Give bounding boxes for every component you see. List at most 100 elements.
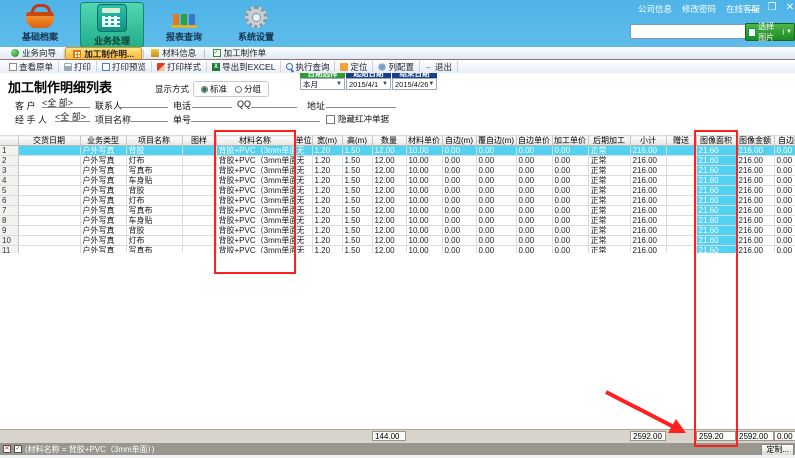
cell[interactable]: 0.00 [552,146,588,156]
cell[interactable]: 3 [0,166,18,176]
cell[interactable] [18,216,80,226]
cell[interactable]: 灯布 [126,236,182,246]
cell[interactable]: 1.50 [342,186,372,196]
cell[interactable]: 0.00 [774,226,795,236]
restore-button[interactable]: ❐ [766,2,778,17]
cell[interactable] [18,166,80,176]
cell[interactable]: 背胶 [126,146,182,156]
qq-field[interactable] [251,96,297,108]
cell[interactable] [182,186,216,196]
cell[interactable]: 背胶+PVC（3mm单面） [216,216,294,226]
cell[interactable]: 0.00 [774,166,795,176]
cell[interactable]: 0.00 [774,236,795,246]
cell[interactable]: 0.00 [442,246,476,254]
cell[interactable]: 0.00 [552,246,588,254]
toolbar-button-4[interactable]: 导出到EXCEL [207,61,281,72]
cell[interactable]: 0.00 [442,216,476,226]
cell[interactable]: 0.00 [442,166,476,176]
handler-field[interactable]: <全 部> [55,110,90,122]
cell[interactable]: 0.00 [552,166,588,176]
table-row[interactable]: 11户外写真写真布背胶+PVC（3mm单面）无1.201.5012.0010.0… [0,246,795,254]
cell[interactable]: 户外写真 [80,156,126,166]
cell[interactable] [18,176,80,186]
cell[interactable]: 21.60 [696,226,736,236]
cell[interactable]: 216.00 [630,186,666,196]
cell[interactable]: 0.00 [476,196,516,206]
cell[interactable] [666,156,696,166]
table-row[interactable]: 5户外写真背胶背胶+PVC（3mm单面）无1.201.5012.0010.000… [0,186,795,196]
cell[interactable]: 0.00 [442,156,476,166]
table-row[interactable]: 6户外写真灯布背胶+PVC（3mm单面）无1.201.5012.0010.000… [0,196,795,206]
cell[interactable]: 21.60 [696,236,736,246]
cell[interactable] [666,146,696,156]
chevron-down-icon[interactable]: ▼ [783,29,792,35]
cell[interactable]: 0.00 [516,226,552,236]
apply-filter-icon[interactable]: ✓ [14,445,22,453]
cell[interactable]: 216.00 [630,246,666,254]
cell[interactable]: 0.00 [774,186,795,196]
cell[interactable]: 21.60 [696,216,736,226]
toolbar-button-7[interactable]: 列配置 [373,61,420,72]
cell[interactable]: 5 [0,186,18,196]
cell[interactable]: 216.00 [736,246,774,254]
cell[interactable] [182,166,216,176]
cell[interactable]: 无 [294,196,312,206]
cell[interactable]: 1.20 [312,246,342,254]
cell[interactable]: 0.00 [774,146,795,156]
table-row[interactable]: 10户外写真灯布背胶+PVC（3mm单面）无1.201.5012.0010.00… [0,236,795,246]
cell[interactable] [666,226,696,236]
cell[interactable]: 正常 [588,146,630,156]
column-header-5[interactable]: 材料名称 [216,136,294,146]
tab-0[interactable]: 业务向导 [4,48,63,59]
toolbar-button-1[interactable]: 打印 [59,61,97,72]
cell[interactable]: 1 [0,146,18,156]
cell[interactable]: 10.00 [406,166,442,176]
cell[interactable] [666,186,696,196]
cell[interactable]: 0.00 [476,236,516,246]
cell[interactable]: 正常 [588,156,630,166]
cell[interactable]: 12.00 [372,246,406,254]
cell[interactable]: 0.00 [442,206,476,216]
cell[interactable]: 0.00 [442,186,476,196]
cell[interactable]: 0.00 [476,246,516,254]
cell[interactable]: 灯布 [126,156,182,166]
cell[interactable]: 0.00 [516,156,552,166]
cell[interactable]: 1.20 [312,166,342,176]
cell[interactable] [182,156,216,166]
cell[interactable]: 无 [294,146,312,156]
column-header-13[interactable]: 自边单价 [516,136,552,146]
cell[interactable] [18,186,80,196]
cell[interactable] [18,206,80,216]
cell[interactable]: 12.00 [372,226,406,236]
cell[interactable]: 1.50 [342,206,372,216]
table-row[interactable]: 8户外写真车身贴背胶+PVC（3mm单面）无1.201.5012.0010.00… [0,216,795,226]
main-nav-item-2[interactable]: 报表查询 [152,2,216,48]
toolbar-button-3[interactable]: 打印样式 [152,61,207,72]
cell[interactable]: 户外写真 [80,246,126,254]
cell[interactable]: 户外写真 [80,216,126,226]
cell[interactable]: 0.00 [552,176,588,186]
change-password-link[interactable]: 修改密码 [682,3,716,15]
cell[interactable]: 背胶+PVC（3mm单面） [216,176,294,186]
cell[interactable]: 户外写真 [80,166,126,176]
cell[interactable]: 0.00 [774,176,795,186]
column-header-11[interactable]: 自边(m) [442,136,476,146]
column-header-4[interactable]: 图样 [182,136,216,146]
cell[interactable] [666,196,696,206]
cell[interactable]: 1.20 [312,156,342,166]
cell[interactable]: 21.60 [696,186,736,196]
cell[interactable] [18,146,80,156]
cell[interactable]: 216.00 [736,186,774,196]
cell[interactable] [18,226,80,236]
table-row[interactable]: 1户外写真背胶背胶+PVC（3mm单面）无1.201.5012.0010.000… [0,146,795,156]
cell[interactable]: 写真布 [126,166,182,176]
cell[interactable]: 12.00 [372,206,406,216]
column-header-16[interactable]: 小计 [630,136,666,146]
cell[interactable]: 1.20 [312,186,342,196]
column-header-3[interactable]: 项目名称 [126,136,182,146]
cell[interactable]: 1.20 [312,196,342,206]
cell[interactable]: 0.00 [442,236,476,246]
cell[interactable]: 216.00 [736,176,774,186]
cell[interactable]: 正常 [588,176,630,186]
cell[interactable] [182,216,216,226]
